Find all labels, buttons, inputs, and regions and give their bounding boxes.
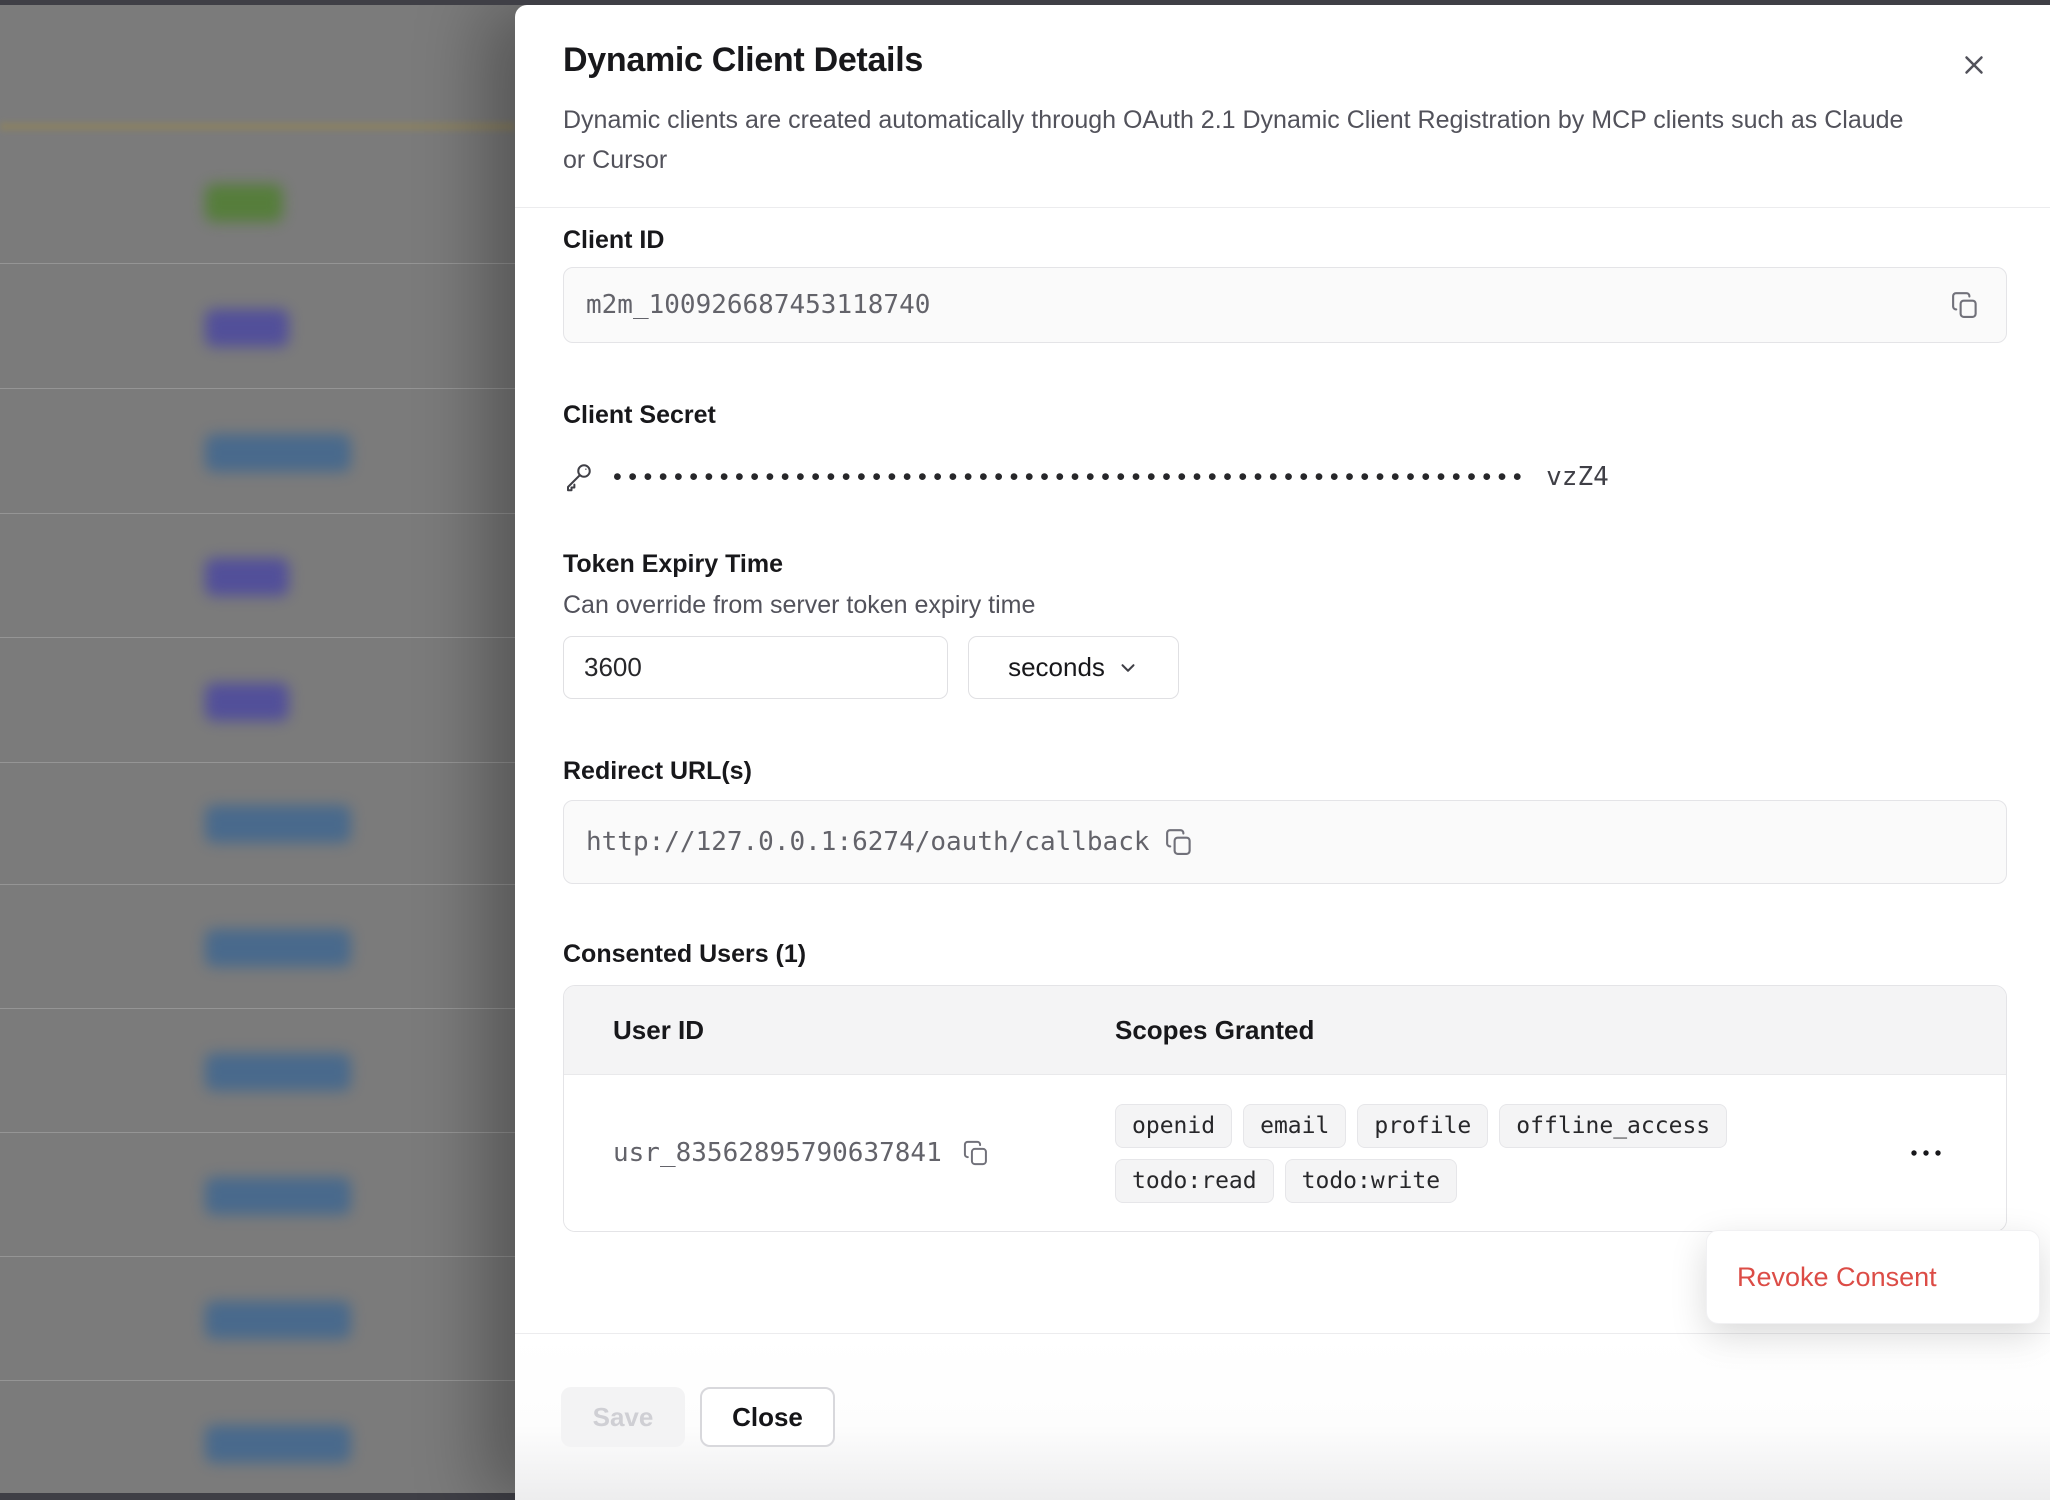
background-badge	[205, 309, 289, 347]
consented-users-label: Consented Users (1)	[563, 940, 2007, 969]
background-badge	[205, 184, 283, 222]
client-secret-suffix: vzZ4	[1546, 462, 1609, 492]
background-top-bar	[0, 0, 2050, 5]
background-row-separator	[0, 388, 515, 389]
modal-title: Dynamic Client Details	[563, 41, 1930, 80]
row-context-menu: Revoke Consent	[1706, 1230, 2040, 1324]
scope-chip: offline_access	[1499, 1104, 1727, 1148]
revoke-consent-menu-item[interactable]: Revoke Consent	[1707, 1261, 1943, 1294]
scope-chip: openid	[1115, 1104, 1232, 1148]
redirect-url-field: http://127.0.0.1:6274/oauth/callback	[563, 800, 2007, 884]
background-row-separator	[0, 513, 515, 514]
token-expiry-helper: Can override from server token expiry ti…	[563, 591, 2007, 620]
background-badge	[205, 1177, 351, 1215]
column-header-scopes-granted: Scopes Granted	[1115, 1015, 2006, 1046]
token-expiry-unit-select[interactable]: seconds	[968, 636, 1179, 699]
save-button[interactable]: Save	[561, 1387, 685, 1447]
scope-chips: openidemailprofileoffline_access todo:rea…	[1115, 1104, 1795, 1203]
modal-footer: Save Close	[515, 1333, 2050, 1500]
background-row-separator	[0, 263, 515, 264]
background-badge	[205, 805, 351, 843]
scope-chip: email	[1243, 1104, 1346, 1148]
client-secret-label: Client Secret	[563, 401, 2007, 430]
background-accent-band	[0, 122, 515, 131]
token-expiry-row: seconds	[563, 636, 2007, 699]
background-row-separator	[0, 1380, 515, 1381]
close-button[interactable]: Close	[700, 1387, 835, 1447]
client-secret-row: ••••••••••••••••••••••••••••••••••••••••…	[563, 462, 2007, 492]
scope-chip: todo:write	[1285, 1159, 1457, 1203]
modal-body: Client ID m2m_100926687453118740 Client …	[515, 208, 2050, 1232]
client-id-label: Client ID	[563, 226, 2007, 255]
token-expiry-label: Token Expiry Time	[563, 550, 2007, 579]
copy-icon[interactable]	[1946, 286, 1984, 324]
background-badge	[205, 683, 289, 721]
redirect-url-value: http://127.0.0.1:6274/oauth/callback	[564, 827, 1150, 857]
scope-chip: todo:read	[1115, 1159, 1274, 1203]
chevron-down-icon	[1117, 657, 1139, 679]
token-expiry-input[interactable]	[563, 636, 948, 699]
table-row: usr_83562895790637841 openidemailprofile…	[564, 1074, 2006, 1231]
scopes-cell: openidemailprofileoffline_access todo:rea…	[1115, 1104, 2006, 1203]
column-header-user-id: User ID	[564, 1015, 1115, 1046]
background-row-separator	[0, 1132, 515, 1133]
background-badge	[205, 558, 289, 596]
background-badge	[205, 434, 351, 472]
client-secret-masked: ••••••••••••••••••••••••••••••••••••••••…	[613, 462, 1528, 492]
user-id-cell: usr_83562895790637841	[564, 1135, 1115, 1171]
modal-subtitle: Dynamic clients are created automaticall…	[563, 100, 1930, 180]
background-badge	[205, 929, 351, 967]
background-badge	[205, 1425, 351, 1463]
token-expiry-unit-value: seconds	[1008, 652, 1105, 683]
background-badge	[205, 1053, 351, 1091]
close-icon[interactable]	[1956, 47, 1992, 83]
modal-header: Dynamic Client Details Dynamic clients a…	[515, 5, 2050, 208]
background-badge	[205, 1301, 351, 1339]
background-row-separator	[0, 1008, 515, 1009]
consented-users-table: User ID Scopes Granted usr_8356289579063…	[563, 985, 2007, 1232]
background-row-separator	[0, 637, 515, 638]
dimmed-background-page	[0, 0, 515, 1500]
copy-icon[interactable]	[958, 1135, 994, 1171]
key-icon	[563, 462, 593, 492]
client-id-field: m2m_100926687453118740	[563, 267, 2007, 343]
background-row-separator	[0, 1256, 515, 1257]
scope-chip: profile	[1357, 1104, 1488, 1148]
screen: Dynamic Client Details Dynamic clients a…	[0, 0, 2050, 1500]
background-bottom-bar	[0, 1493, 515, 1500]
row-actions-ellipsis-icon[interactable]	[1898, 1138, 1954, 1168]
background-row-separator	[0, 762, 515, 763]
client-id-value: m2m_100926687453118740	[564, 290, 930, 320]
table-header-row: User ID Scopes Granted	[564, 986, 2006, 1074]
user-id-value: usr_83562895790637841	[613, 1138, 942, 1168]
redirect-urls-label: Redirect URL(s)	[563, 757, 2007, 786]
background-row-separator	[0, 884, 515, 885]
copy-icon[interactable]	[1160, 823, 1198, 861]
dynamic-client-details-modal: Dynamic Client Details Dynamic clients a…	[515, 5, 2050, 1500]
